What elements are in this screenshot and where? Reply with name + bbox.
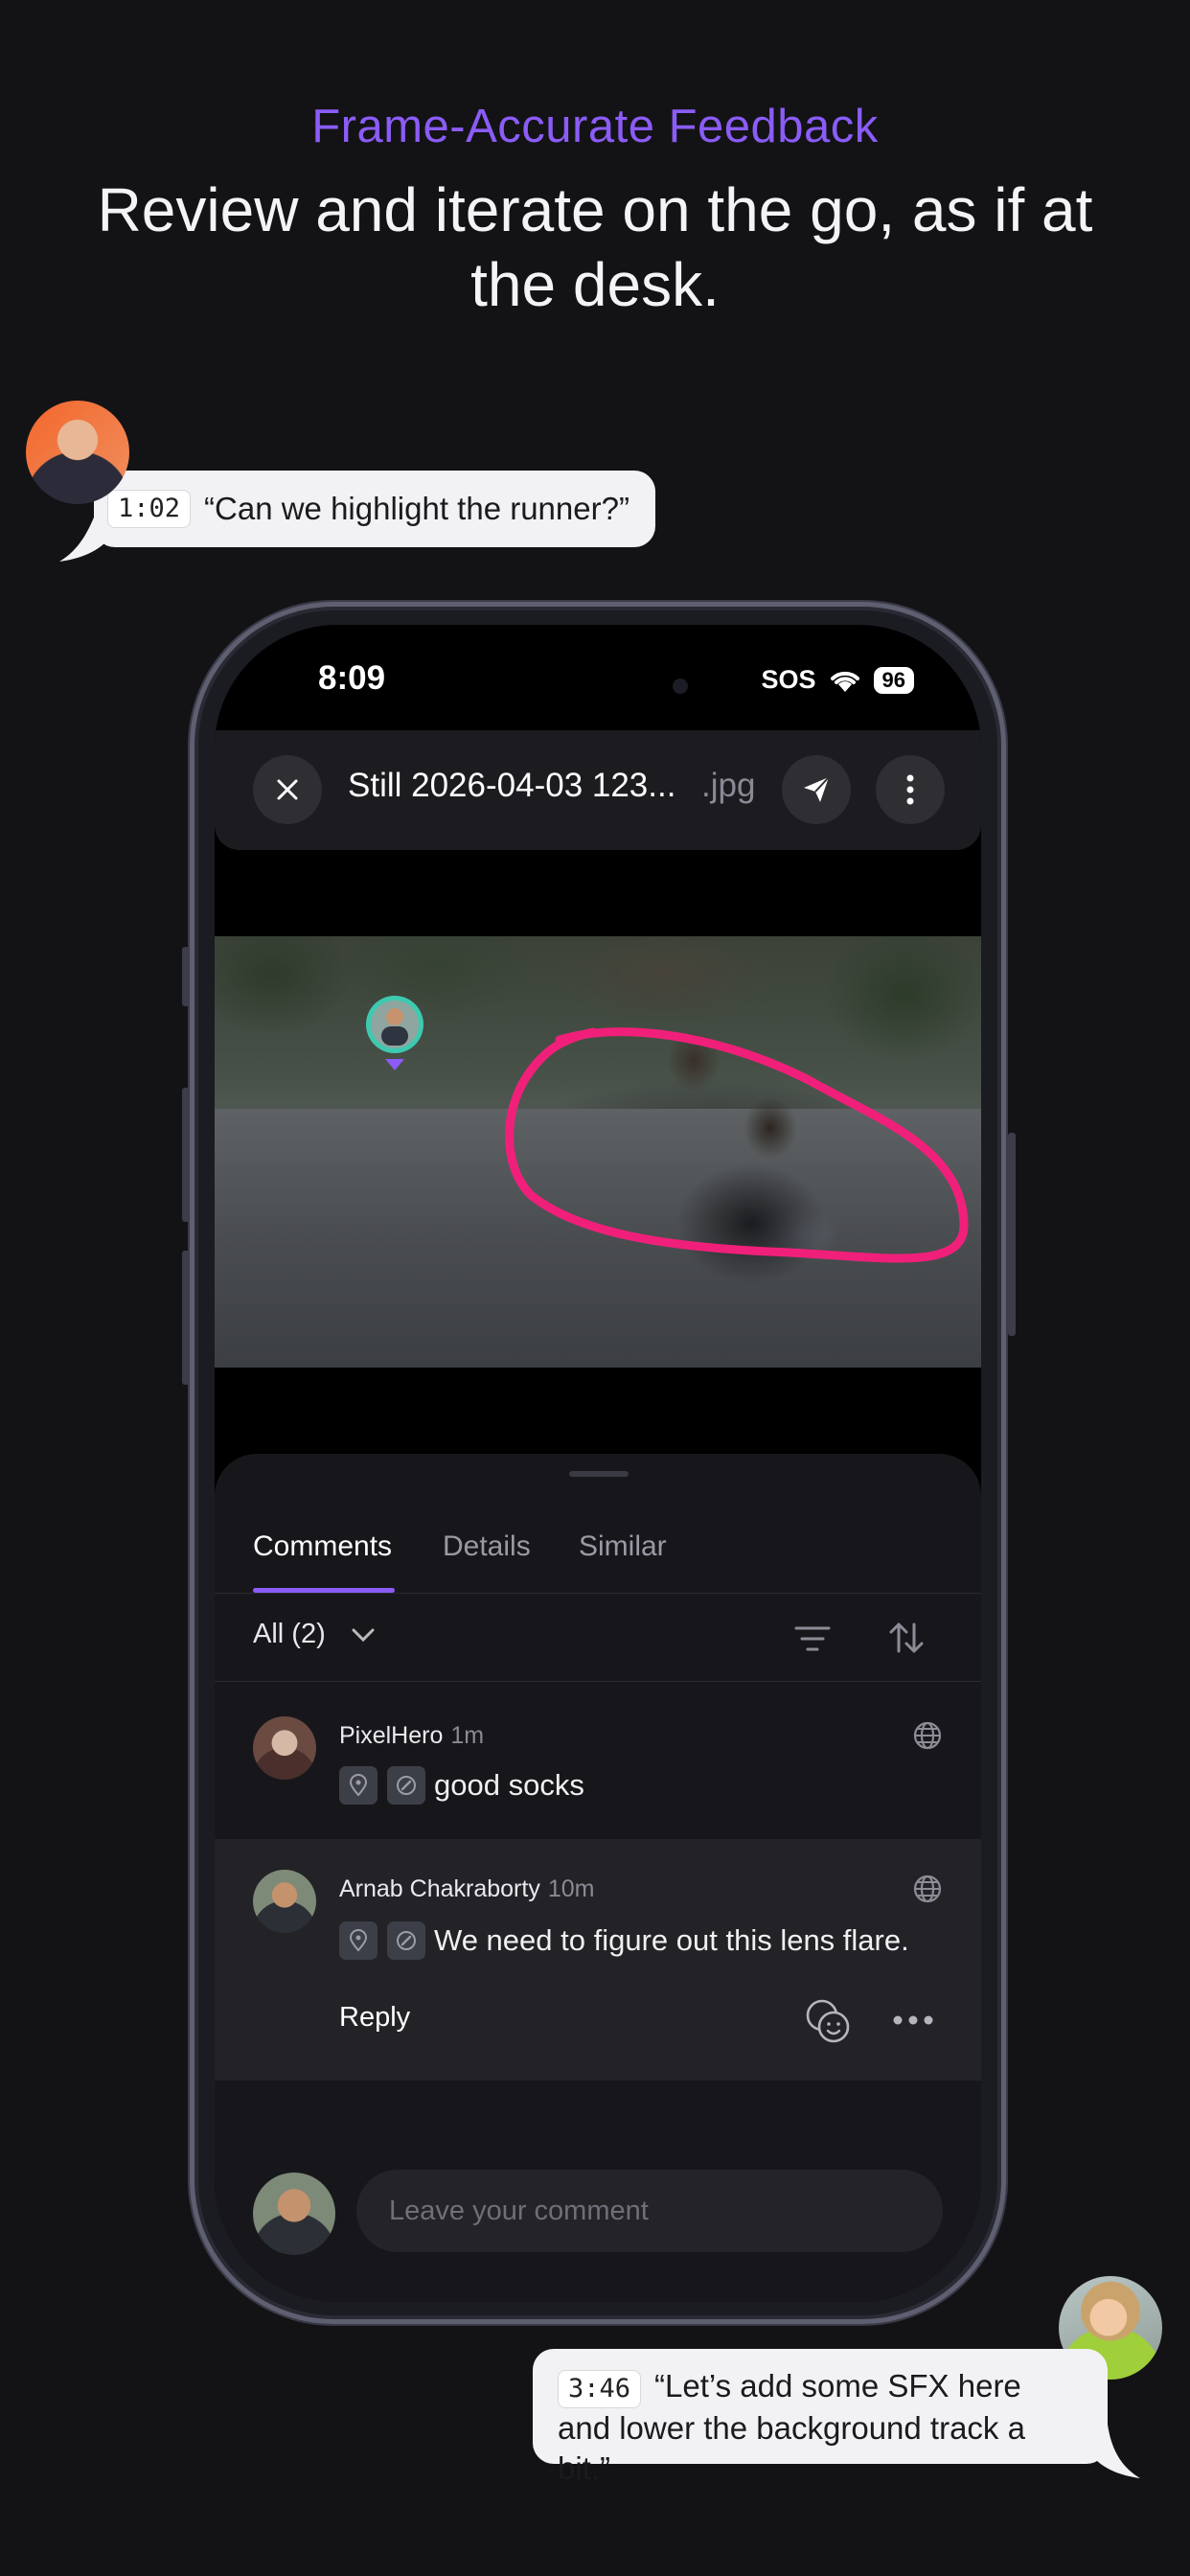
drawing-badge xyxy=(387,1921,425,1960)
tab-comments[interactable]: Comments xyxy=(253,1530,392,1563)
close-icon xyxy=(277,779,298,800)
video-frame[interactable] xyxy=(215,936,981,1368)
avatar[interactable] xyxy=(253,1716,316,1780)
author-name: PixelHero xyxy=(339,1722,444,1749)
add-reaction-icon[interactable] xyxy=(801,1994,855,2048)
phone-side-button xyxy=(1008,1133,1016,1336)
battery-level: 96 xyxy=(873,666,914,694)
comment-author: Arnab Chakraborty 10m xyxy=(339,1875,594,1903)
drawing-badge xyxy=(387,1766,425,1805)
comment-text: good socks xyxy=(434,1768,584,1802)
comment-author: PixelHero 1m xyxy=(339,1722,484,1750)
tab-similar[interactable]: Similar xyxy=(579,1530,667,1563)
sort-icon[interactable] xyxy=(887,1619,926,1657)
tab-details[interactable]: Details xyxy=(443,1530,531,1563)
file-name: Still 2026-04-03 123... xyxy=(348,767,676,804)
filter-dropdown[interactable]: All (2) xyxy=(253,1619,376,1650)
avatar[interactable] xyxy=(253,1870,316,1933)
pencil-circle-icon xyxy=(397,1776,416,1795)
floating-comment-bubble: 1:02 “Can we highlight the runner?” xyxy=(94,471,655,547)
wifi-icon xyxy=(830,671,859,692)
comment-pin-icon[interactable] xyxy=(364,994,425,1070)
file-extension: .jpg xyxy=(701,767,756,804)
viewer-toolbar: Still 2026-04-03 123... .jpg xyxy=(215,730,981,850)
sheet-grabber[interactable] xyxy=(569,1471,629,1477)
more-button[interactable] xyxy=(876,755,945,824)
comment-input-placeholder: Leave your comment xyxy=(389,2195,649,2226)
location-pin-icon xyxy=(349,1774,368,1797)
status-indicators: SOS 96 xyxy=(761,665,914,695)
status-time: 8:09 xyxy=(318,659,386,697)
filter-label: All (2) xyxy=(253,1619,326,1649)
location-pin-icon xyxy=(349,1929,368,1952)
more-horizontal-icon[interactable] xyxy=(891,2013,935,2027)
more-vertical-icon xyxy=(906,774,914,805)
location-badge xyxy=(339,1921,378,1960)
globe-icon[interactable] xyxy=(912,1720,943,1751)
chevron-down-icon xyxy=(352,1628,375,1643)
page-title: Review and iterate on the go, as if at t… xyxy=(97,175,1093,319)
send-icon xyxy=(804,776,830,802)
reply-button[interactable]: Reply xyxy=(339,2002,410,2034)
comment-input[interactable]: Leave your comment xyxy=(356,2170,943,2252)
drawing-annotation[interactable] xyxy=(215,936,981,1368)
section-eyebrow: Frame-Accurate Feedback xyxy=(311,101,879,152)
close-button[interactable] xyxy=(253,755,322,824)
avatar xyxy=(26,401,129,504)
phone-screen: 8:09 SOS 96 Still 2026-04-03 123... .jpg xyxy=(215,625,981,2302)
comment-item[interactable]: Arnab Chakraborty 10m We need to figure o… xyxy=(215,1839,981,2081)
comment-time: 10m xyxy=(547,1875,595,1902)
timecode-badge: 3:46 xyxy=(558,2370,642,2408)
avatar xyxy=(253,2173,335,2255)
carrier-label: SOS xyxy=(761,665,816,694)
comment-time: 1m xyxy=(450,1722,485,1749)
phone-side-button xyxy=(182,947,190,1006)
share-button[interactable] xyxy=(782,755,851,824)
floating-comment-bubble: 3:46 “Let’s add some SFX here and lower t… xyxy=(533,2349,1108,2486)
comment-text: We need to figure out this lens flare. xyxy=(434,1923,909,1957)
floating-comment-text: and lower the background track a bit.” xyxy=(558,2410,1025,2486)
globe-icon[interactable] xyxy=(912,1874,943,1904)
floating-comment-text: “Let’s add some SFX here xyxy=(654,2368,1021,2404)
timecode-badge: 1:02 xyxy=(107,490,192,528)
location-badge xyxy=(339,1766,378,1805)
filter-icon[interactable] xyxy=(794,1624,831,1653)
phone-side-button xyxy=(182,1088,190,1222)
comment-item[interactable]: PixelHero 1m good socks xyxy=(215,1682,981,1839)
pencil-circle-icon xyxy=(397,1931,416,1950)
floating-comment-text: “Can we highlight the runner?” xyxy=(204,491,629,526)
dynamic-island xyxy=(480,652,717,721)
divider xyxy=(215,1593,981,1594)
phone-side-button xyxy=(182,1251,190,1385)
author-name: Arnab Chakraborty xyxy=(339,1875,540,1902)
